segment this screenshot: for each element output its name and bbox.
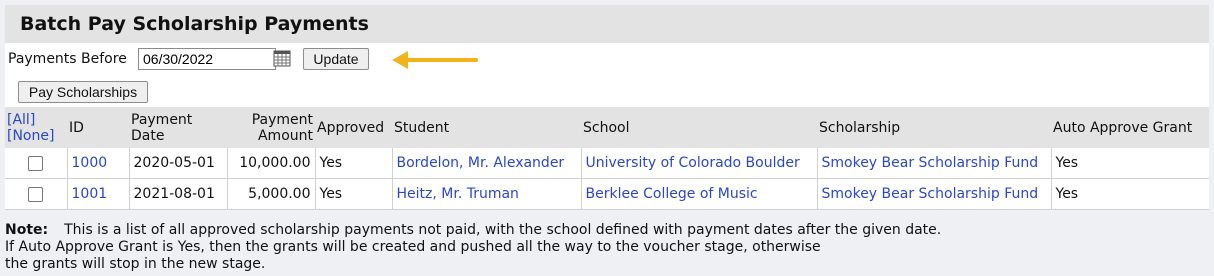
student-link[interactable]: Heitz, Mr. Truman [397, 186, 519, 202]
approved-value: Yes [314, 148, 392, 179]
filter-bar: Payments Before Update [5, 43, 1209, 78]
auto-approve-value: Yes [1050, 178, 1209, 210]
payment-date-header: Payment Date [129, 107, 227, 148]
page-title: Batch Pay Scholarship Payments [20, 13, 369, 35]
approved-value: Yes [314, 178, 392, 210]
scholarship-link[interactable]: Smokey Bear Scholarship Fund [822, 155, 1039, 171]
scholarship-header: Scholarship [817, 107, 1051, 148]
table-row: 1000 2020-05-01 10,000.00 Yes Bordelon, … [5, 148, 1209, 179]
update-button[interactable]: Update [303, 48, 369, 70]
select-all-link[interactable]: [All] [7, 112, 35, 128]
payment-id-link[interactable]: 1000 [72, 155, 108, 171]
approved-header: Approved [315, 107, 392, 148]
note-line-1: This is a list of all approved scholarsh… [64, 222, 942, 238]
pay-scholarships-button[interactable]: Pay Scholarships [18, 81, 148, 103]
payment-id-link[interactable]: 1001 [72, 186, 108, 202]
payment-date: 2020-05-01 [128, 148, 227, 179]
select-cell [5, 148, 67, 179]
payment-date: 2021-08-01 [128, 178, 227, 210]
payment-amount: 10,000.00 [226, 148, 315, 179]
note-label: Note: [5, 222, 49, 238]
auto-approve-header: Auto Approve Grant [1051, 107, 1209, 148]
calendar-icon[interactable] [273, 49, 291, 67]
select-none-link[interactable]: [None] [7, 128, 54, 144]
student-link[interactable]: Bordelon, Mr. Alexander [397, 155, 565, 171]
note-line-3: the grants will stop in the new stage. [5, 256, 266, 272]
id-header: ID [67, 107, 129, 148]
table-row: 1001 2021-08-01 5,000.00 Yes Heitz, Mr. … [5, 178, 1209, 210]
note-section: Note: This is a list of all approved scho… [5, 222, 1209, 273]
scholarship-link[interactable]: Smokey Bear Scholarship Fund [822, 186, 1039, 202]
select-header: [All] [None] [5, 107, 67, 148]
student-header: Student [392, 107, 581, 148]
auto-approve-value: Yes [1050, 148, 1209, 179]
action-bar: Pay Scholarships [5, 77, 1209, 107]
payments-before-date-input[interactable] [138, 48, 276, 70]
row-checkbox[interactable] [28, 186, 44, 202]
school-link[interactable]: University of Colorado Boulder [586, 155, 800, 171]
payment-amount: 5,000.00 [226, 178, 315, 210]
arrow-pointer-icon [392, 51, 478, 69]
note-line-2: If Auto Approve Grant is Yes, then the g… [5, 239, 821, 255]
school-header: School [581, 107, 817, 148]
title-bar: Batch Pay Scholarship Payments [5, 5, 1209, 43]
payments-table: [All] [None] ID Payment Date Payment Amo… [5, 107, 1209, 210]
row-checkbox[interactable] [28, 155, 44, 171]
school-link[interactable]: Berklee College of Music [586, 186, 758, 202]
select-cell [5, 178, 67, 210]
payment-amount-header: Payment Amount [227, 107, 315, 148]
payments-before-label: Payments Before [8, 51, 127, 67]
table-header-row: [All] [None] ID Payment Date Payment Amo… [5, 107, 1209, 148]
